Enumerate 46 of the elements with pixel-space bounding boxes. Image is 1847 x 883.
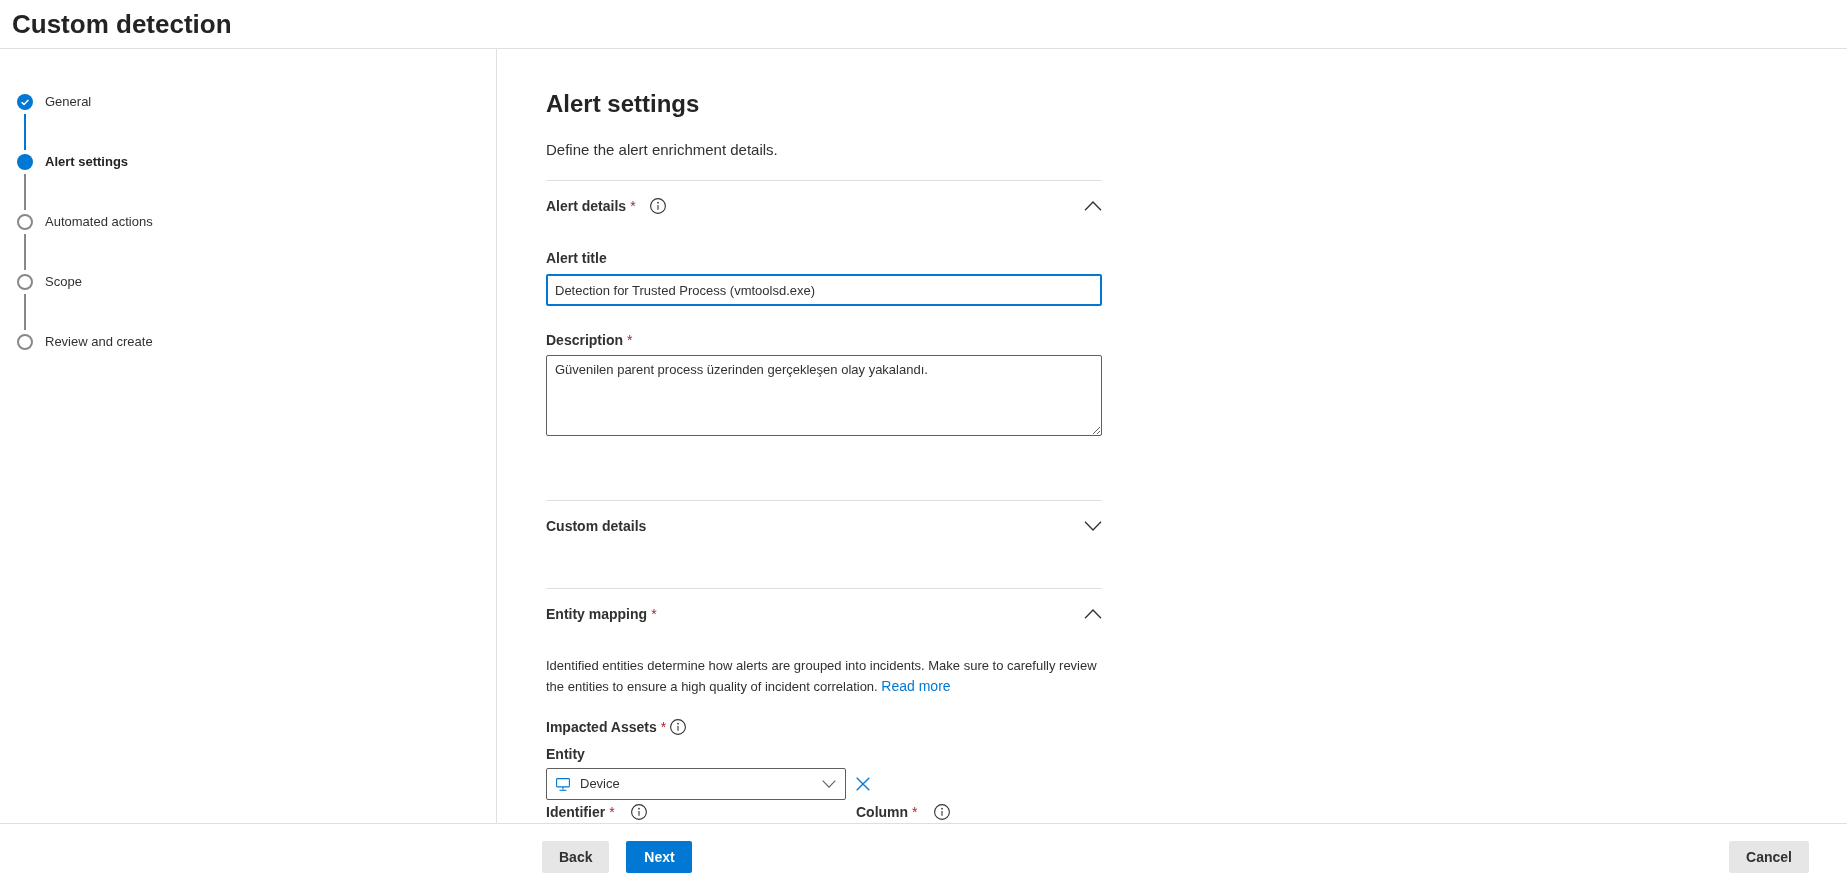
section-description: Identified entities determine how alerts are grouped into incidents. Make sure to carefully review the entities to ensure a high quality of incident correlation. Read more <box>546 657 1098 696</box>
step-item[interactable]: Automated actions <box>17 214 153 230</box>
chevron-down-icon[interactable] <box>1084 521 1102 531</box>
close-icon[interactable] <box>856 777 870 791</box>
group-label: Impacted Assets <box>546 718 657 737</box>
info-icon[interactable] <box>649 198 666 214</box>
step-item[interactable]: Scope <box>17 274 82 290</box>
step-title: Alert settings <box>546 89 701 119</box>
section-title: Alert details <box>546 197 627 215</box>
required-asterisk: * <box>627 331 633 349</box>
next-button[interactable]: Next <box>626 841 693 873</box>
field-label: Identifier <box>546 803 606 821</box>
step-item[interactable]: General <box>17 94 92 110</box>
required-asterisk: * <box>912 803 918 821</box>
info-icon[interactable] <box>670 719 687 735</box>
field-label: Column <box>856 803 909 821</box>
text-input[interactable]: Detection for Trusted Process (vmtoolsd.exe) <box>546 274 1102 306</box>
required-asterisk: * <box>660 718 667 736</box>
secondary-button[interactable]: Cancel <box>1729 841 1809 873</box>
read-more-link[interactable]: Read more <box>881 678 951 694</box>
secondary-button[interactable]: Back <box>542 841 610 873</box>
required-asterisk: * <box>609 803 615 821</box>
section-title: Custom details <box>546 517 647 535</box>
page-title: Custom detection <box>12 8 232 41</box>
field-label: Alert title <box>546 249 607 268</box>
check-circle-icon <box>17 94 33 110</box>
textarea-field[interactable]: Güvenilen parent process üzerinden gerçekleşen olay yakalandı. <box>546 355 1102 436</box>
step-item[interactable]: Alert settings <box>17 154 129 170</box>
empty-circle-icon <box>17 274 33 290</box>
required-asterisk: * <box>651 605 657 623</box>
field-label: Entity <box>546 745 586 764</box>
section-title: Entity mapping <box>546 605 648 623</box>
chevron-up-icon[interactable] <box>1084 609 1102 619</box>
empty-circle-icon <box>17 334 33 350</box>
filled-circle-icon <box>17 154 33 170</box>
step-subtitle: Define the alert enrichment details. <box>546 140 779 160</box>
empty-circle-icon <box>17 214 33 230</box>
info-icon[interactable] <box>933 804 950 820</box>
entity-select[interactable]: Device <box>546 768 846 800</box>
chevron-up-icon[interactable] <box>1084 201 1102 211</box>
monitor-icon <box>556 777 570 791</box>
info-icon[interactable] <box>630 804 647 820</box>
field-label: Description <box>546 331 623 350</box>
required-asterisk: * <box>630 197 636 215</box>
caret-down-icon <box>822 780 836 788</box>
step-item[interactable]: Review and create <box>17 334 153 350</box>
